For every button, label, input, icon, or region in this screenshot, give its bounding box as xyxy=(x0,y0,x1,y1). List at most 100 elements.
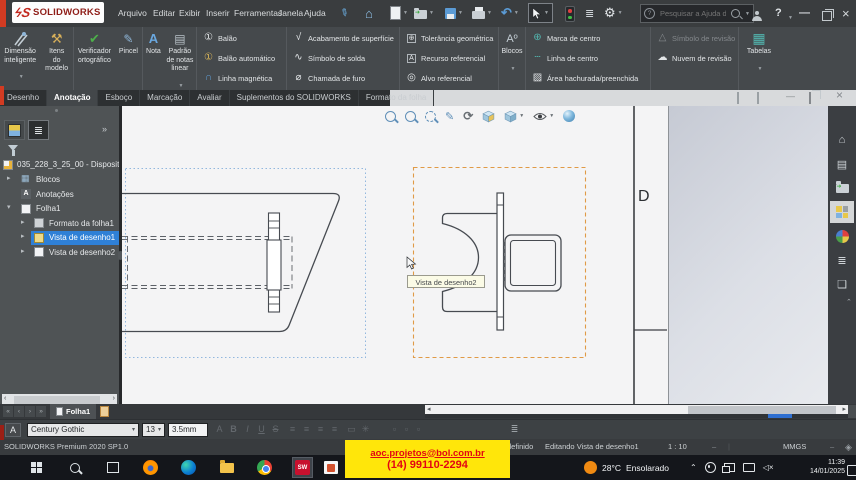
appearance-sphere-icon[interactable] xyxy=(563,110,575,122)
expand-arrow-icon[interactable]: ▸ xyxy=(21,218,25,226)
align-left-icon[interactable]: ≡ xyxy=(286,423,299,436)
firefox-icon[interactable] xyxy=(142,459,159,476)
menu-arquivo[interactable]: Arquivo xyxy=(114,0,151,27)
taskpane-resources-icon[interactable]: ▤ xyxy=(830,153,854,175)
ribbon-datum-feature[interactable]: ARecurso referencial xyxy=(405,51,494,65)
settings-gear-icon[interactable]: ⚙▼ xyxy=(604,5,623,21)
powerpoint-icon[interactable] xyxy=(322,459,339,476)
ribbon-hole-callout[interactable]: ⌀Chamada de furo xyxy=(292,71,395,85)
taskpane-appearances-icon[interactable] xyxy=(830,225,854,247)
cast-icon[interactable] xyxy=(724,463,735,472)
ribbon-geometric-tolerance[interactable]: ⊕Tolerância geométrica xyxy=(405,31,494,45)
font-family-select[interactable]: Century Gothic▾ xyxy=(27,423,139,437)
units-setting[interactable]: MMGS xyxy=(783,439,806,455)
display-style-icon[interactable]: ▼ xyxy=(533,112,554,121)
section-tool-icon[interactable]: ✎ xyxy=(445,110,454,123)
ribbon-datum-target[interactable]: ◎Alvo referencial xyxy=(405,71,494,85)
taskbar-search-icon[interactable] xyxy=(66,459,83,476)
filter-icon[interactable] xyxy=(8,145,18,151)
tab-anotacao[interactable]: Anotação xyxy=(47,90,98,106)
ribbon-auto-balloon[interactable]: ①Balão automático xyxy=(202,51,282,65)
select-tool-button[interactable]: ▼ xyxy=(528,3,553,23)
search-icon[interactable] xyxy=(731,9,740,18)
ribbon-revision-cloud[interactable]: ☁Nuvem de revisão xyxy=(656,51,734,65)
symbol-icon[interactable]: ✳ xyxy=(359,423,372,436)
taskpane-custom-properties-icon[interactable]: ≣ xyxy=(830,249,854,271)
help-button[interactable]: ? xyxy=(775,5,782,21)
ribbon-format-painter[interactable]: ✎ Pincel xyxy=(115,29,142,57)
align-center-icon[interactable]: ≡ xyxy=(300,423,313,436)
ribbon-balloon[interactable]: ①Balão xyxy=(202,31,282,45)
child-restore-button[interactable] xyxy=(809,93,811,103)
ribbon-hatch-area[interactable]: ▨Área hachurada/preenchida xyxy=(531,71,646,85)
drawing-horizontal-scrollbar[interactable]: ◂ ▸ xyxy=(425,405,848,414)
taskpane-forum-icon[interactable]: ❑ xyxy=(830,273,854,295)
expand-arrow-icon[interactable]: ▸ xyxy=(7,174,11,182)
help-dropdown-icon[interactable]: ▼ xyxy=(786,10,793,26)
view1-border[interactable] xyxy=(126,169,366,358)
drawing-viewport[interactable]: D ✎ ⟳ ▼ ▼ Vista de desenho2 xyxy=(122,106,856,404)
notification-center-icon[interactable] xyxy=(845,462,856,479)
tray-expand-chevron-icon[interactable]: ⌃ xyxy=(690,463,697,472)
text-height-field[interactable]: 3.5mm xyxy=(168,423,208,437)
tab-marcacao[interactable]: Marcação xyxy=(140,90,190,106)
volume-muted-icon[interactable]: ◁× xyxy=(763,463,774,472)
drawing-sheet-canvas[interactable] xyxy=(122,106,856,404)
task-view-icon[interactable] xyxy=(104,459,121,476)
tab-desenho[interactable]: Desenho xyxy=(0,90,47,106)
help-search-box[interactable]: ? ▼ xyxy=(640,4,754,23)
display-manager-tab[interactable]: ≣ xyxy=(28,120,49,140)
taskbar-clock[interactable]: 11:39 14/01/2025 xyxy=(790,455,845,480)
expand-arrow-icon[interactable]: ▸ xyxy=(21,247,25,255)
ribbon-linear-note-pattern[interactable]: ▤ Padrão de notas linear ▼ xyxy=(164,29,196,92)
chevron-up-icon[interactable]: ⌃ xyxy=(846,298,852,306)
menu-inserir[interactable]: Inserir xyxy=(202,0,234,27)
units-dropdown-icon[interactable]: – xyxy=(830,439,834,455)
child-close-button[interactable]: × xyxy=(836,90,843,100)
rebuild-traffic-light-icon[interactable] xyxy=(565,6,575,22)
paragraph-properties-icon[interactable]: ≣ xyxy=(508,423,521,436)
menu-exibir[interactable]: Exibir xyxy=(175,0,204,27)
scrollbar-thumb[interactable] xyxy=(688,406,836,414)
sheet-tab-folha1[interactable]: Folha1 xyxy=(50,404,96,419)
panel-expand-chevron-icon[interactable]: » xyxy=(102,124,107,134)
first-sheet-button[interactable]: « xyxy=(3,406,13,417)
options-list-icon[interactable]: ≣ xyxy=(585,5,594,21)
home-icon[interactable]: ⌂ xyxy=(365,5,373,21)
tree-item-anotacoes[interactable]: A Anotações xyxy=(0,188,119,202)
taskpane-design-library-icon[interactable] xyxy=(830,201,854,223)
pane-next-icon[interactable] xyxy=(757,93,759,103)
pin-menu-icon[interactable]: ✎ xyxy=(336,4,352,22)
tag-icon[interactable]: ◈ xyxy=(845,439,852,455)
ribbon-center-mark[interactable]: ⊕Marca de centro xyxy=(531,31,646,45)
open-document-icon[interactable]: ▼ xyxy=(414,5,434,21)
ribbon-smart-dimension[interactable]: Dimensão inteligente ▼ xyxy=(0,29,40,83)
scale-dropdown-icon[interactable]: – xyxy=(712,439,716,455)
scroll-right-icon[interactable]: ▸ xyxy=(842,405,846,414)
weather-widget[interactable]: 28°C Ensolarado xyxy=(584,455,669,480)
tree-item-vista-de-desenho2[interactable]: ▸ Vista de desenho2 xyxy=(0,246,119,260)
user-login-icon[interactable] xyxy=(752,8,762,24)
font-color-button[interactable]: A xyxy=(213,423,226,436)
new-document-icon[interactable]: ▼ xyxy=(390,5,408,21)
taskpane-home-icon[interactable]: ⌂ xyxy=(830,129,854,151)
pane-previous-icon[interactable] xyxy=(737,93,739,103)
undo-icon[interactable]: ↶▼ xyxy=(501,5,519,21)
zoom-to-area-icon[interactable] xyxy=(405,111,416,122)
bold-button[interactable]: B xyxy=(227,423,240,436)
align-right-icon[interactable]: ≡ xyxy=(314,423,327,436)
sheet-scale[interactable]: 1 : 10 xyxy=(668,439,687,455)
ribbon-centerline[interactable]: ┄Linha de centro xyxy=(531,51,646,65)
ribbon-weld-symbol[interactable]: ∿Símbolo de solda xyxy=(292,51,395,65)
strikethrough-button[interactable]: S xyxy=(269,423,282,436)
ribbon-tables[interactable]: ▦ Tabelas ▼ xyxy=(739,29,779,75)
underline-button[interactable]: U xyxy=(255,423,268,436)
screen-record-icon[interactable] xyxy=(705,462,716,473)
ribbon-blocks[interactable]: Aº Blocos ▼ xyxy=(499,29,525,75)
tab-esboco[interactable]: Esboço xyxy=(98,90,140,106)
solidworks-taskbar-icon[interactable]: SW xyxy=(292,457,313,478)
ribbon-magnetic-line[interactable]: ∩Linha magnética xyxy=(202,71,282,85)
tree-root-item[interactable]: 035_228_3_25_00 - Dispositiv... xyxy=(0,158,119,172)
tab-avaliar[interactable]: Avaliar xyxy=(190,90,229,106)
print-icon[interactable]: ▼ xyxy=(472,5,492,21)
